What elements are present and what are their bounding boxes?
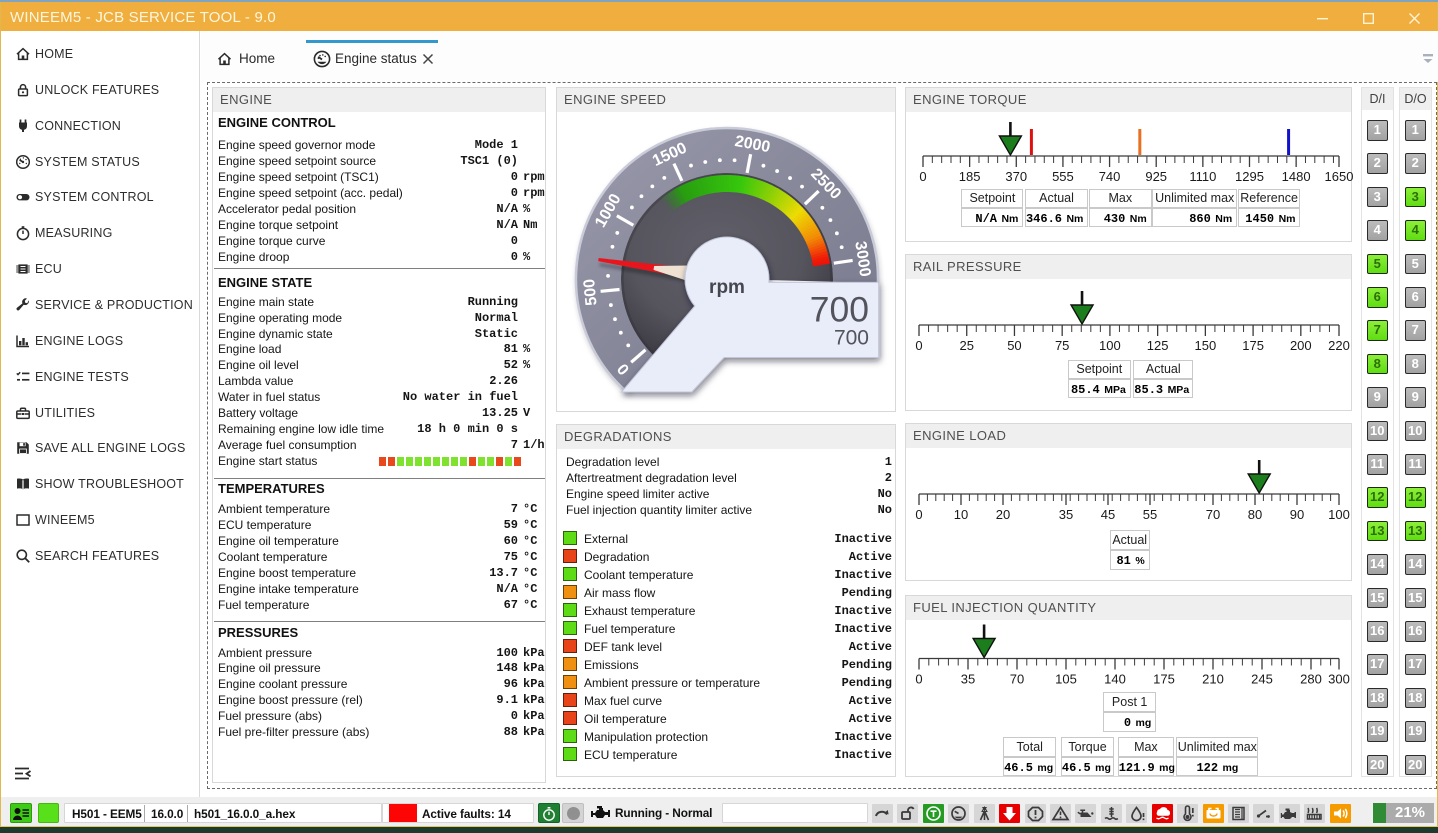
svg-text:1480: 1480 (1282, 169, 1311, 184)
svg-text:35: 35 (961, 672, 975, 687)
svg-text:220: 220 (1328, 338, 1350, 353)
svg-text:1650: 1650 (1325, 169, 1353, 184)
svg-text:555: 555 (1052, 169, 1074, 184)
svg-text:700: 700 (810, 290, 869, 330)
svg-text:370: 370 (1005, 169, 1027, 184)
svg-text:55: 55 (1143, 507, 1157, 522)
svg-text:80: 80 (1248, 507, 1262, 522)
svg-text:700: 700 (834, 327, 869, 350)
svg-text:105: 105 (1055, 672, 1077, 687)
svg-text:200: 200 (1290, 338, 1312, 353)
svg-text:75: 75 (1055, 338, 1069, 353)
svg-text:0: 0 (915, 507, 922, 522)
svg-text:925: 925 (1145, 169, 1167, 184)
svg-text:90: 90 (1290, 507, 1304, 522)
svg-text:100: 100 (1328, 507, 1350, 522)
svg-text:740: 740 (1099, 169, 1121, 184)
svg-text:0: 0 (919, 169, 926, 184)
svg-text:20: 20 (996, 507, 1010, 522)
svg-text:185: 185 (959, 169, 981, 184)
svg-text:300: 300 (1328, 672, 1350, 687)
svg-text:0: 0 (915, 672, 922, 687)
svg-text:0: 0 (915, 338, 922, 353)
svg-text:500: 500 (581, 278, 601, 306)
svg-text:70: 70 (1206, 507, 1220, 522)
svg-text:245: 245 (1251, 672, 1273, 687)
svg-text:50: 50 (1007, 338, 1021, 353)
svg-text:125: 125 (1147, 338, 1169, 353)
svg-text:280: 280 (1300, 672, 1322, 687)
svg-text:45: 45 (1101, 507, 1115, 522)
svg-text:175: 175 (1153, 672, 1175, 687)
svg-text:70: 70 (1010, 672, 1024, 687)
svg-text:35: 35 (1059, 507, 1073, 522)
svg-text:100: 100 (1099, 338, 1121, 353)
svg-text:1295: 1295 (1235, 169, 1264, 184)
svg-text:150: 150 (1195, 338, 1217, 353)
svg-text:rpm: rpm (709, 277, 745, 298)
svg-text:25: 25 (959, 338, 973, 353)
svg-text:140: 140 (1104, 672, 1126, 687)
svg-text:1110: 1110 (1189, 169, 1216, 184)
svg-text:210: 210 (1202, 672, 1224, 687)
svg-text:175: 175 (1242, 338, 1264, 353)
svg-text:10: 10 (954, 507, 968, 522)
